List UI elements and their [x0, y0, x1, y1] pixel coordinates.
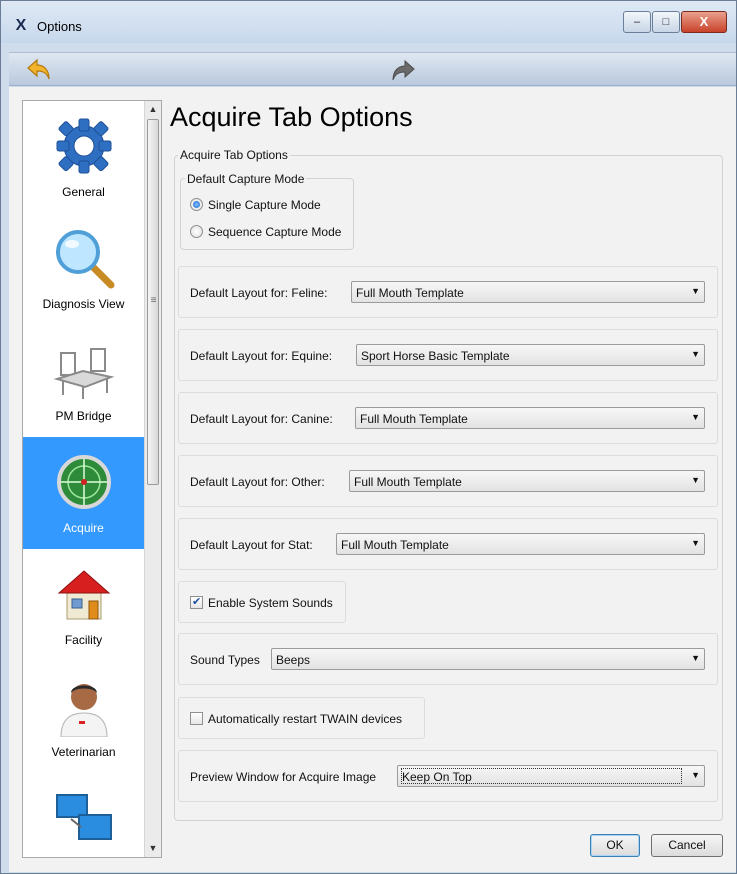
other-layout-select[interactable]: Full Mouth Template ▼ — [349, 470, 705, 492]
scroll-up-icon[interactable]: ▲ — [145, 101, 161, 118]
sound-types-label: Sound Types — [190, 653, 260, 667]
sidebar-item-facility[interactable]: Facility — [23, 549, 144, 661]
sidebar-item-pm-bridge[interactable]: PM Bridge — [23, 325, 144, 437]
sidebar-item-label: Facility — [64, 633, 103, 647]
maximize-button[interactable]: □ — [652, 11, 680, 33]
capture-mode-group — [180, 178, 354, 250]
app-icon: X — [15, 17, 27, 34]
bridge-chairs-icon — [53, 348, 115, 399]
restart-twain-checkbox[interactable] — [190, 712, 203, 725]
cancel-button[interactable]: Cancel — [651, 834, 723, 857]
select-value: Full Mouth Template — [354, 475, 462, 489]
radio-selected-icon — [190, 198, 203, 211]
network-monitors-icon — [56, 794, 112, 840]
enable-sounds-checkbox[interactable] — [190, 595, 203, 609]
equine-layout-select[interactable]: Sport Horse Basic Template ▼ — [356, 344, 705, 366]
scrollbar-thumb[interactable]: ≡ — [147, 119, 159, 485]
capture-mode-title: Default Capture Mode — [185, 172, 307, 186]
restart-twain-panel: Automatically restart TWAIN devices — [178, 697, 425, 739]
gear-icon — [56, 118, 112, 174]
sidebar-item-general[interactable]: General — [23, 101, 144, 213]
sidebar-item-label: Acquire — [63, 521, 104, 535]
other-layout-label: Default Layout for: Other: — [190, 475, 325, 489]
other-layout-panel: Default Layout for: Other: Full Mouth Te… — [178, 455, 718, 507]
group-title: Acquire Tab Options — [178, 148, 290, 162]
radio-label: Single Capture Mode — [208, 198, 321, 212]
house-icon — [57, 570, 111, 620]
select-value: Full Mouth Template — [356, 286, 464, 300]
feline-layout-panel: Default Layout for: Feline: Full Mouth T… — [178, 266, 718, 318]
chevron-down-icon: ▼ — [691, 286, 700, 296]
sidebar-item-diagnosis-view[interactable]: Diagnosis View — [23, 213, 144, 325]
chevron-down-icon: ▼ — [691, 475, 700, 485]
sidebar-item-acquire[interactable]: Acquire — [23, 437, 144, 549]
enable-sounds-panel: Enable System Sounds — [178, 581, 346, 623]
preview-window-label: Preview Window for Acquire Image — [190, 770, 377, 784]
crosshair-scope-icon — [57, 455, 111, 509]
select-value: Full Mouth Template — [360, 412, 468, 426]
page-title: Acquire Tab Options — [170, 102, 413, 132]
forward-arrow-icon[interactable] — [389, 59, 417, 83]
stat-layout-label: Default Layout for Stat: — [190, 538, 313, 552]
close-button[interactable]: X — [681, 11, 727, 33]
feline-layout-select[interactable]: Full Mouth Template ▼ — [351, 281, 705, 303]
options-sidebar: General Diagnosis View PM Bridge Acquire… — [22, 100, 162, 858]
enable-sounds-label: Enable System Sounds — [208, 596, 333, 610]
equine-layout-panel: Default Layout for: Equine: Sport Horse … — [178, 329, 718, 381]
sidebar-scrollbar[interactable]: ▲ ≡ ▼ — [144, 101, 161, 857]
chevron-down-icon: ▼ — [691, 770, 700, 780]
sound-types-panel: Sound Types Beeps ▼ — [178, 633, 718, 685]
radio-unselected-icon — [190, 225, 203, 238]
sidebar-item-network[interactable] — [23, 773, 144, 857]
chevron-down-icon: ▼ — [691, 349, 700, 359]
canine-layout-panel: Default Layout for: Canine: Full Mouth T… — [178, 392, 718, 444]
chevron-down-icon: ▼ — [691, 412, 700, 422]
select-value: Beeps — [276, 653, 311, 667]
sidebar-item-label: PM Bridge — [55, 409, 112, 423]
sidebar-item-label: Diagnosis View — [42, 297, 125, 311]
window-title: Options — [37, 19, 82, 34]
sound-types-select[interactable]: Beeps ▼ — [271, 648, 705, 670]
back-arrow-icon[interactable] — [25, 57, 53, 83]
stat-layout-select[interactable]: Full Mouth Template ▼ — [336, 533, 705, 555]
title-bar: X Options ‒ □ X — [1, 1, 736, 43]
magnifier-icon — [56, 230, 115, 289]
radio-label: Sequence Capture Mode — [208, 225, 342, 239]
scroll-down-icon[interactable]: ▼ — [145, 840, 161, 857]
select-value: Keep On Top — [402, 770, 472, 784]
select-value: Sport Horse Basic Template — [361, 349, 510, 363]
sidebar-item-label: Veterinarian — [51, 745, 116, 759]
restart-twain-label: Automatically restart TWAIN devices — [208, 712, 403, 726]
select-value: Full Mouth Template — [341, 538, 449, 552]
sidebar-item-veterinarian[interactable]: Veterinarian — [23, 661, 144, 773]
veterinarian-person-icon — [60, 684, 108, 737]
preview-window-select[interactable]: Keep On Top ▼ — [397, 765, 705, 787]
chevron-down-icon: ▼ — [691, 538, 700, 548]
sidebar-item-label: General — [62, 185, 105, 199]
grip-icon: ≡ — [150, 295, 157, 306]
chevron-down-icon: ▼ — [691, 653, 700, 663]
feline-layout-label: Default Layout for: Feline: — [190, 286, 328, 300]
minimize-button[interactable]: ‒ — [623, 11, 651, 33]
navigation-toolbar — [9, 52, 736, 86]
preview-window-panel: Preview Window for Acquire Image Keep On… — [178, 750, 718, 802]
canine-layout-select[interactable]: Full Mouth Template ▼ — [355, 407, 705, 429]
equine-layout-label: Default Layout for: Equine: — [190, 349, 333, 363]
stat-layout-panel: Default Layout for Stat: Full Mouth Temp… — [178, 518, 718, 570]
ok-button[interactable]: OK — [590, 834, 640, 857]
canine-layout-label: Default Layout for: Canine: — [190, 412, 333, 426]
